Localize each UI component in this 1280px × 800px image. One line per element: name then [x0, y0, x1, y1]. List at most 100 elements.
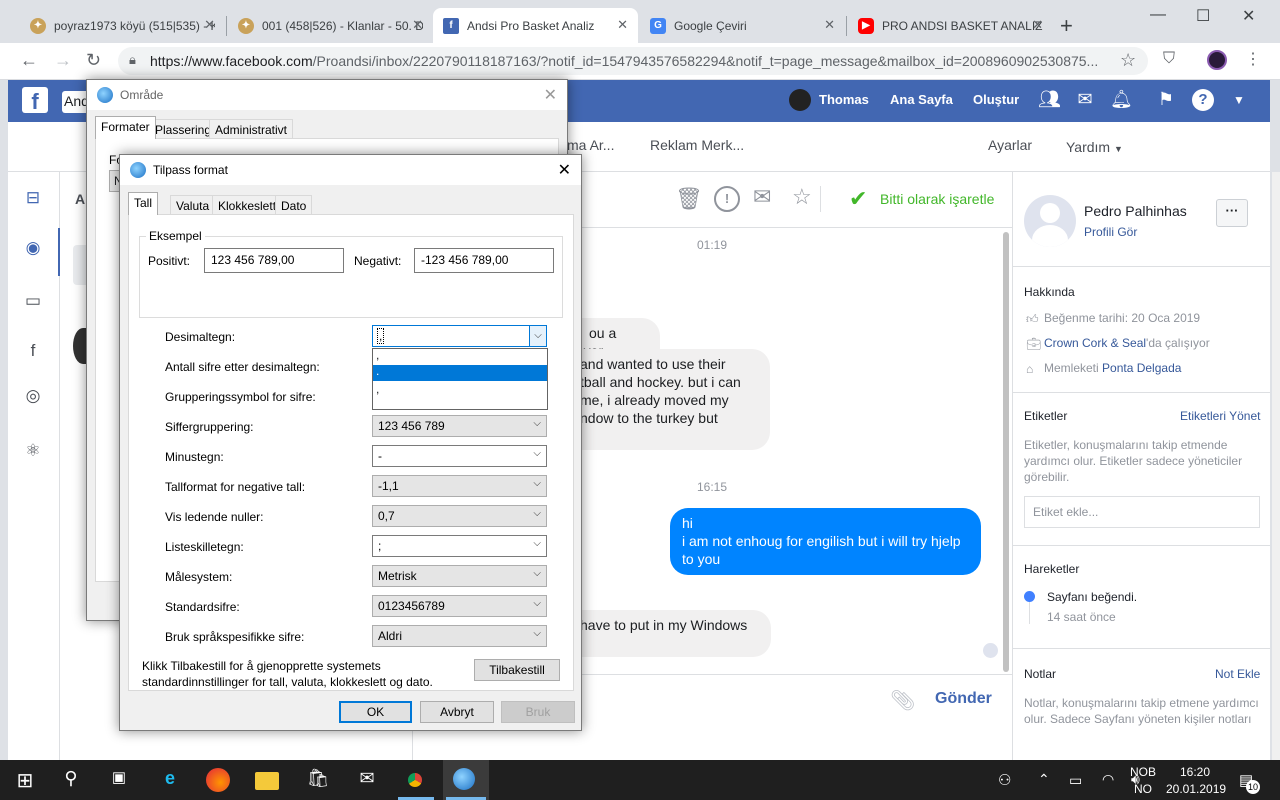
send-button[interactable]: Gönder — [935, 690, 992, 708]
help-icon[interactable]: ? — [1192, 89, 1214, 111]
close-tab-icon[interactable]: ✕ — [412, 17, 423, 33]
close-tab-icon[interactable]: ✕ — [824, 17, 835, 33]
windows-start-icon[interactable]: ⊞ — [12, 768, 38, 794]
nav-user-link[interactable]: Thomas — [819, 92, 869, 107]
facebook-square-icon[interactable]: f — [22, 341, 44, 363]
list-separator-combo[interactable]: ; ⌵ — [372, 535, 547, 557]
new-tab-icon[interactable]: + — [1060, 13, 1073, 39]
add-note-link[interactable]: Not Ekle — [1215, 667, 1260, 681]
add-label-input[interactable]: Etiket ekle... — [1024, 496, 1260, 528]
atom-icon[interactable]: ⚛ — [22, 441, 44, 463]
page-scrollbar[interactable] — [1272, 172, 1280, 760]
chat-scrollbar[interactable] — [1003, 232, 1009, 672]
close-tab-icon[interactable]: ✕ — [204, 17, 215, 33]
store-icon[interactable]: 🛍︎ — [305, 768, 331, 794]
subnav-item[interactable]: ma Ar... — [567, 137, 614, 153]
maximize-icon[interactable]: ☐ — [1196, 6, 1210, 26]
browser-tab-1[interactable]: ✦ poyraz1973 köyü (515|535) - Kl ✕ — [20, 8, 225, 43]
chevron-down-icon[interactable]: ▼ — [1228, 89, 1250, 111]
pages-icon[interactable]: ⚑ — [1155, 89, 1177, 111]
close-window-icon[interactable]: ✕ — [1242, 6, 1255, 26]
tab-location[interactable]: Plassering — [149, 119, 218, 139]
browser-tab-2[interactable]: ✦ 001 (458|526) - Klanlar - 50. D ✕ — [228, 8, 433, 43]
attach-icon[interactable]: 📎︎ — [890, 688, 915, 713]
clock-date[interactable]: 20.01.2019 — [1166, 782, 1226, 796]
user-avatar[interactable] — [789, 89, 811, 111]
dropdown-option-selected[interactable]: . — [373, 365, 547, 381]
close-icon[interactable]: ✕ — [544, 85, 557, 105]
mail-icon[interactable]: ✉ — [354, 768, 380, 794]
friends-icon[interactable]: 👥︎ — [1038, 89, 1061, 111]
delete-icon[interactable]: 🗑︎ — [675, 186, 703, 212]
keyboard-layout[interactable]: NO — [1134, 782, 1152, 796]
view-profile-link[interactable]: Profili Gör — [1084, 225, 1137, 239]
negative-sign-combo[interactable]: - ⌵ — [372, 445, 547, 467]
subnav-help[interactable]: Yardım ▼ — [1066, 139, 1123, 155]
reset-button[interactable]: Tilbakestill — [474, 659, 560, 681]
facebook-logo-icon[interactable]: f — [22, 87, 48, 114]
control-panel-icon[interactable] — [453, 768, 475, 790]
decimal-symbol-combo[interactable]: , ⌵ — [372, 325, 547, 347]
manage-labels-link[interactable]: Etiketleri Yönet — [1180, 409, 1261, 423]
browser-tab-5[interactable]: ▶ PRO ANDSI BASKET ANALIZ ✕ — [848, 8, 1053, 43]
clock-time[interactable]: 16:20 — [1180, 765, 1210, 779]
native-digits-combo[interactable]: Aldri ⌵ — [372, 625, 547, 647]
input-language[interactable]: NOB — [1130, 765, 1156, 779]
profile-avatar[interactable] — [1024, 195, 1076, 247]
tab-currency[interactable]: Valuta — [170, 195, 216, 215]
close-icon[interactable]: ✕ — [558, 160, 571, 180]
message-bubble[interactable]: and wanted to use their tball and hockey… — [560, 349, 770, 450]
dropdown-option[interactable]: , — [373, 349, 547, 365]
dropdown-arrow-icon[interactable]: ⌵ — [529, 326, 546, 346]
url-text[interactable]: https://www.facebook.com/Proandsi/inbox/… — [150, 53, 1100, 69]
menu-dots-icon[interactable]: ⋮ — [1245, 49, 1261, 69]
shield-extension-icon[interactable]: ⛉ — [1163, 50, 1175, 68]
messenger-icon[interactable]: ✉ — [1074, 89, 1096, 111]
negative-format-combo[interactable]: -1,1 ⌵ — [372, 475, 547, 497]
wifi-icon[interactable]: ◠ — [1102, 771, 1114, 788]
inbox-tray-icon[interactable]: ⊟ — [22, 188, 44, 210]
profile-avatar-icon[interactable] — [1207, 50, 1227, 70]
tab-date[interactable]: Dato — [275, 195, 313, 215]
chevron-up-icon[interactable]: ⌃ — [1038, 771, 1050, 788]
browser-tab-3-active[interactable]: f Andsi Pro Basket Analiz ✕ — [433, 8, 638, 43]
tab-numbers[interactable]: Tall — [128, 192, 159, 215]
nav-create-link[interactable]: Oluştur — [973, 92, 1019, 107]
messenger-icon[interactable]: ◉ — [22, 238, 44, 260]
nav-home-link[interactable]: Ana Sayfa — [890, 92, 953, 107]
tab-time[interactable]: Klokkeslett — [212, 195, 283, 215]
spam-alert-icon[interactable]: ! — [714, 186, 740, 212]
more-options-icon[interactable]: ··· — [1216, 199, 1248, 227]
own-message-bubble[interactable]: hi i am not enhoug for engilish but i wi… — [670, 508, 981, 575]
star-icon[interactable]: ☆ — [792, 184, 812, 210]
hometown-link[interactable]: Ponta Delgada — [1102, 361, 1181, 375]
search-icon[interactable]: ⚲ — [58, 768, 84, 794]
standard-digits-combo[interactable]: 0123456789 ⌵ — [372, 595, 547, 617]
reload-icon[interactable]: ↻ — [86, 50, 101, 71]
ok-button[interactable]: OK — [339, 701, 412, 723]
message-bubble[interactable]: have to put in my Windows — [560, 610, 771, 657]
instagram-icon[interactable]: ◎ — [22, 386, 44, 408]
subnav-ads-center[interactable]: Reklam Merk... — [650, 137, 744, 153]
measurement-system-combo[interactable]: Metrisk ⌵ — [372, 565, 547, 587]
notifications-bell-icon[interactable]: 🔔︎ — [1110, 89, 1133, 111]
battery-icon[interactable]: ▭ — [1069, 772, 1082, 789]
cancel-button[interactable]: Avbryt — [420, 701, 494, 723]
leading-zeros-combo[interactable]: 0,7 ⌵ — [372, 505, 547, 527]
back-icon[interactable]: ← — [20, 50, 38, 71]
firefox-icon[interactable] — [206, 768, 230, 792]
file-explorer-icon[interactable] — [255, 772, 279, 790]
apply-button[interactable]: Bruk — [501, 701, 575, 723]
digit-grouping-combo[interactable]: 123 456 789 ⌵ — [372, 415, 547, 437]
bookmark-star-icon[interactable]: ☆ — [1120, 50, 1136, 71]
comment-icon[interactable]: ▭ — [22, 291, 44, 313]
mark-done-button[interactable]: Bitti olarak işaretle — [880, 191, 994, 207]
close-tab-icon[interactable]: ✕ — [617, 17, 628, 33]
forward-icon[interactable]: → — [54, 50, 72, 71]
dropdown-option[interactable]: , — [373, 381, 547, 397]
people-icon[interactable]: ⚇ — [998, 771, 1011, 789]
check-icon[interactable]: ✔ — [849, 186, 867, 212]
edge-icon[interactable]: e — [157, 768, 183, 794]
tab-administrative[interactable]: Administrativt — [209, 119, 294, 139]
work-link[interactable]: Crown Cork & Seal — [1044, 336, 1146, 350]
